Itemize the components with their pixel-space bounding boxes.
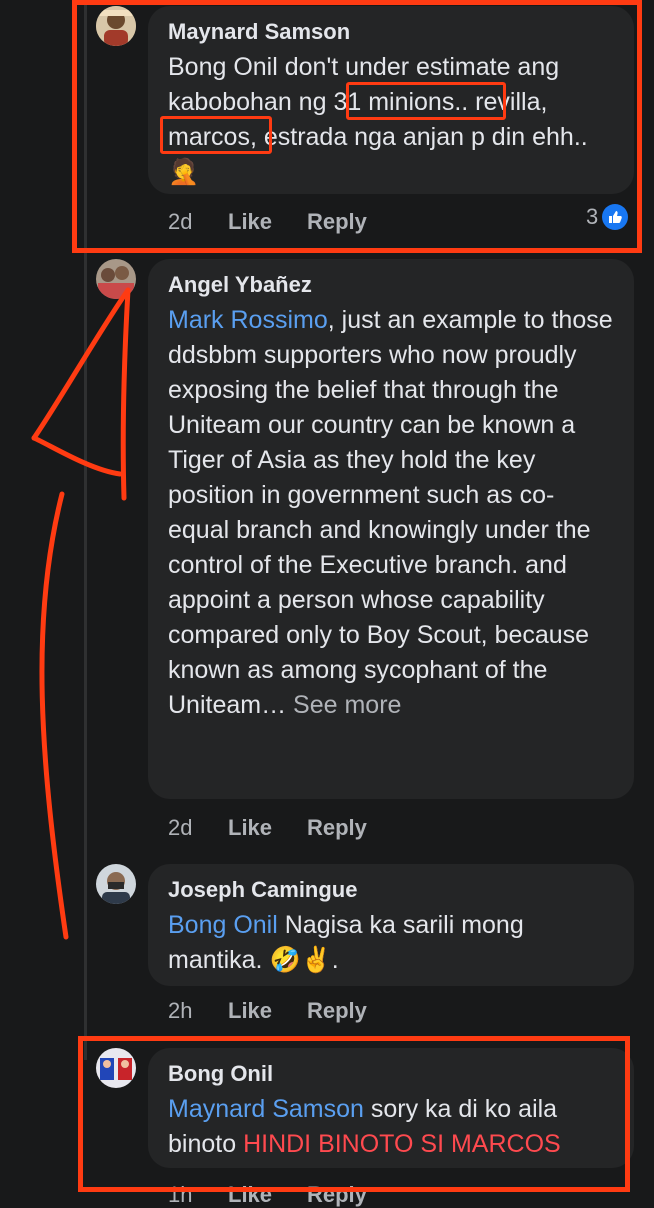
comment-thread: Maynard Samson Bong Onil don't under est… <box>0 0 654 1207</box>
hand-drawn-arrow-annotation <box>31 287 131 940</box>
